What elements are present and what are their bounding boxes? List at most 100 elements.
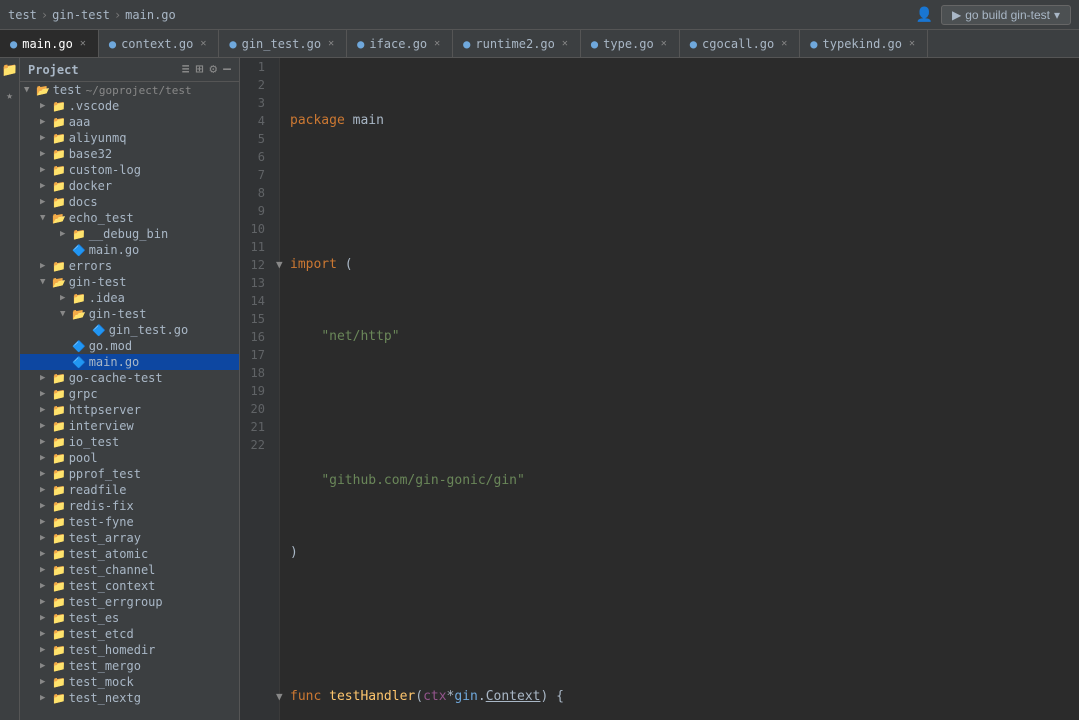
user-icon[interactable]: 👤 — [916, 7, 933, 23]
tab-main-go[interactable]: ● main.go ✕ — [0, 30, 99, 58]
tree-item-httpserver[interactable]: ▶ 📁 httpserver — [20, 402, 239, 418]
tree-item-gin-test-go[interactable]: 🔷 gin_test.go — [20, 322, 239, 338]
tree-item-go-cache-test[interactable]: ▶ 📁 go-cache-test — [20, 370, 239, 386]
tab-close-main-go[interactable]: ✕ — [78, 37, 88, 50]
tree-item-grpc[interactable]: ▶ 📁 grpc — [20, 386, 239, 402]
tree-item-test-context[interactable]: ▶ 📁 test_context — [20, 578, 239, 594]
arrow-icon: ▶ — [40, 581, 52, 591]
arrow-icon: ▶ — [40, 501, 52, 511]
tree-item-base32[interactable]: ▶ 📁 base32 — [20, 146, 239, 162]
tab-close-context-go[interactable]: ✕ — [198, 37, 208, 50]
tree-item-gin-test-folder[interactable]: ▼ 📂 gin-test — [20, 274, 239, 290]
arrow-icon: ▼ — [40, 213, 52, 223]
go-icon: ● — [10, 37, 17, 51]
arrow-icon: ▶ — [40, 597, 52, 607]
tree-item-readfile[interactable]: ▶ 📁 readfile — [20, 482, 239, 498]
tree-item-echo-test[interactable]: ▼ 📂 echo_test — [20, 210, 239, 226]
go-icon: ● — [690, 37, 697, 51]
arrow-icon: ▶ — [40, 693, 52, 703]
arrow-icon: ▶ — [40, 613, 52, 623]
tree-item-echo-main-go[interactable]: 🔷 main.go — [20, 242, 239, 258]
breadcrumb-main-go[interactable]: main.go — [125, 8, 176, 22]
tree-icon-list[interactable]: ≡ — [182, 62, 190, 77]
tab-close-gin-test-go[interactable]: ✕ — [326, 37, 336, 50]
tree-icon-expand[interactable]: ⊞ — [196, 62, 204, 77]
tree-item-test-etcd[interactable]: ▶ 📁 test_etcd — [20, 626, 239, 642]
tree-icon-settings[interactable]: ⚙ — [209, 62, 217, 77]
tree-item-go-mod[interactable]: 🔷 go.mod — [20, 338, 239, 354]
tree-item-errors[interactable]: ▶ 📁 errors — [20, 258, 239, 274]
code-area[interactable]: 12345 678910 1112131415 1617181920 2122 … — [240, 58, 1079, 720]
folder-icon: 📁 — [52, 548, 66, 561]
tab-type-go[interactable]: ● type.go ✕ — [581, 30, 680, 58]
tab-close-type-go[interactable]: ✕ — [659, 37, 669, 50]
tree-item-test-errgroup[interactable]: ▶ 📁 test_errgroup — [20, 594, 239, 610]
folder-icon: 📁 — [52, 644, 66, 657]
code-line-6: "github.com/gin-gonic/gin" — [290, 472, 1079, 490]
tree-item-idea[interactable]: ▶ 📁 .idea — [20, 290, 239, 306]
tree-item-interview[interactable]: ▶ 📁 interview — [20, 418, 239, 434]
breadcrumb-test[interactable]: test — [8, 8, 37, 22]
tab-close-typekind-go[interactable]: ✕ — [907, 37, 917, 50]
tree-item-test-channel[interactable]: ▶ 📁 test_channel — [20, 562, 239, 578]
arrow-icon: ▶ — [40, 645, 52, 655]
arrow-icon: ▼ — [40, 277, 52, 287]
tree-item-io-test[interactable]: ▶ 📁 io_test — [20, 434, 239, 450]
tab-gin-test-go[interactable]: ● gin_test.go ✕ — [219, 30, 347, 58]
tree-item-test[interactable]: ▼ 📂 test ~/goproject/test — [20, 82, 239, 98]
folder-icon: 📁 — [52, 676, 66, 689]
arrow-icon: ▶ — [60, 229, 72, 239]
top-bar-right: 👤 ▶ go build gin-test ▾ — [916, 5, 1071, 25]
tab-cgocall-go[interactable]: ● cgocall.go ✕ — [680, 30, 801, 58]
tree-item-custom-log[interactable]: ▶ 📁 custom-log — [20, 162, 239, 178]
tree-item-test-nextg[interactable]: ▶ 📁 test_nextg — [20, 690, 239, 706]
tree-item-vscode[interactable]: ▶ 📁 .vscode — [20, 98, 239, 114]
breadcrumb-gin-test[interactable]: gin-test — [52, 8, 110, 22]
tree-item-gin-test-sub[interactable]: ▼ 📂 gin-test — [20, 306, 239, 322]
code-content[interactable]: package main ▼ import ( "net/http" — [280, 58, 1079, 720]
tree-item-test-es[interactable]: ▶ 📁 test_es — [20, 610, 239, 626]
tree-item-test-homedir[interactable]: ▶ 📁 test_homedir — [20, 642, 239, 658]
tab-iface-go[interactable]: ● iface.go ✕ — [347, 30, 453, 58]
tree-item-docker[interactable]: ▶ 📁 docker — [20, 178, 239, 194]
tree-item-docs[interactable]: ▶ 📁 docs — [20, 194, 239, 210]
arrow-icon: ▶ — [60, 293, 72, 303]
sidebar-icon-favorites[interactable]: ★ — [2, 89, 18, 105]
go-icon: ● — [463, 37, 470, 51]
tree-item-aliyunmq[interactable]: ▶ 📁 aliyunmq — [20, 130, 239, 146]
tree-item-main-go[interactable]: 🔷 main.go — [20, 354, 239, 370]
tab-runtime2-go[interactable]: ● runtime2.go ✕ — [453, 30, 581, 58]
folder-icon: 📁 — [52, 580, 66, 593]
tab-typekind-go[interactable]: ● typekind.go ✕ — [800, 30, 928, 58]
tab-close-cgocall-go[interactable]: ✕ — [779, 37, 789, 50]
tree-item-test-mock[interactable]: ▶ 📁 test_mock — [20, 674, 239, 690]
sidebar-icon-project[interactable]: 📁 — [2, 63, 18, 79]
tree-item-test-atomic[interactable]: ▶ 📁 test_atomic — [20, 546, 239, 562]
folder-icon: 📁 — [52, 388, 66, 401]
tree-item-aaa[interactable]: ▶ 📁 aaa — [20, 114, 239, 130]
arrow-icon: ▶ — [40, 389, 52, 399]
code-line-7: ) — [290, 544, 1079, 562]
tree-item-test-fyne[interactable]: ▶ 📁 test-fyne — [20, 514, 239, 530]
go-icon: ● — [810, 37, 817, 51]
arrow-icon: ▼ — [60, 309, 72, 319]
code-line-3: ▼ import ( — [290, 256, 1079, 274]
folder-open-icon: 📂 — [72, 308, 86, 321]
tree-item-pprof-test[interactable]: ▶ 📁 pprof_test — [20, 466, 239, 482]
build-button[interactable]: ▶ go build gin-test ▾ — [941, 5, 1071, 25]
tab-close-runtime2-go[interactable]: ✕ — [560, 37, 570, 50]
sidebar-icons: 📁 ★ — [0, 58, 20, 720]
arrow-icon: ▶ — [40, 677, 52, 687]
tree-item-test-mergo[interactable]: ▶ 📁 test_mergo — [20, 658, 239, 674]
folder-icon: 📁 — [52, 372, 66, 385]
tree-item-debug-bin[interactable]: ▶ 📁 __debug_bin — [20, 226, 239, 242]
tree-item-redis-fix[interactable]: ▶ 📁 redis-fix — [20, 498, 239, 514]
tab-context-go[interactable]: ● context.go ✕ — [99, 30, 220, 58]
tab-close-iface-go[interactable]: ✕ — [432, 37, 442, 50]
editor[interactable]: 12345 678910 1112131415 1617181920 2122 … — [240, 58, 1079, 720]
arrow-icon: ▶ — [40, 565, 52, 575]
tree-icon-close[interactable]: — — [223, 62, 231, 77]
folder-icon: 📁 — [52, 660, 66, 673]
tree-item-pool[interactable]: ▶ 📁 pool — [20, 450, 239, 466]
tree-item-test-array[interactable]: ▶ 📁 test_array — [20, 530, 239, 546]
